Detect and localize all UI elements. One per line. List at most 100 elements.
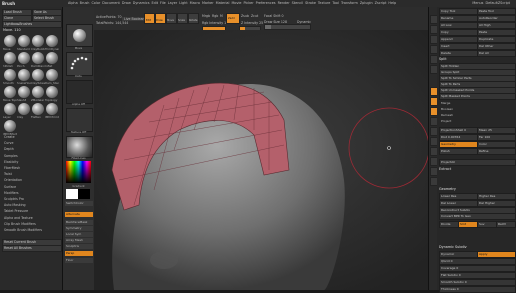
- material-thumbnail[interactable]: [66, 136, 93, 158]
- floor-button[interactable]: Floor: [65, 258, 93, 263]
- brush-icon-20[interactable]: [4, 120, 16, 132]
- projection-item-1[interactable]: Mean 25: [477, 127, 516, 134]
- submenu-12[interactable]: Tablet Pressure: [4, 209, 28, 213]
- brush-icon-19[interactable]: [46, 103, 58, 115]
- canvas-viewport[interactable]: [94, 30, 428, 290]
- geometry-item-3[interactable]: Del Higher: [477, 200, 516, 207]
- project-all-button[interactable]: ProjectAll: [439, 159, 516, 166]
- alpha-thumbnail[interactable]: [66, 80, 93, 104]
- menu-tool[interactable]: Tool: [332, 1, 339, 5]
- brush-icon-13[interactable]: [18, 86, 30, 98]
- brush-icon-6[interactable]: [32, 52, 44, 64]
- split-item-5[interactable]: Split Masked Points: [439, 93, 516, 100]
- subtool-btn-6[interactable]: Append: [439, 36, 478, 43]
- submenu-10[interactable]: Sculptris Pro: [4, 197, 24, 201]
- geometry-item-1[interactable]: Higher Res: [477, 193, 516, 200]
- brush-icon-7[interactable]: [46, 52, 58, 64]
- secondary-color-swatch[interactable]: [78, 189, 90, 199]
- menu-help[interactable]: Help: [388, 1, 396, 5]
- menu-alpha[interactable]: Alpha: [68, 1, 78, 5]
- menu-marker[interactable]: Marker: [202, 1, 214, 5]
- subtool-btn-8[interactable]: Insert: [439, 43, 478, 50]
- merge-item-3[interactable]: Project: [441, 119, 451, 123]
- geometry-item-8[interactable]: Suv: [477, 221, 497, 228]
- brush-icon-9[interactable]: [18, 69, 30, 81]
- menu-edit[interactable]: Edit: [151, 1, 158, 5]
- submenu-14[interactable]: Clip Brush Modifiers: [4, 222, 36, 226]
- submenu-3[interactable]: Samples: [4, 154, 18, 158]
- local-sym-button[interactable]: Local Sym: [65, 232, 93, 237]
- dynamic-subdiv-item-0[interactable]: Dynamic: [439, 251, 478, 258]
- geometry-item-5[interactable]: Convert BPR To Geo: [439, 213, 516, 220]
- move-mode-button[interactable]: Move: [166, 13, 177, 24]
- main-color-swatch[interactable]: [66, 189, 78, 199]
- merge-item-2[interactable]: Remesh: [441, 113, 453, 117]
- m-button[interactable]: M: [220, 14, 223, 18]
- dynamic-subdiv-item-2[interactable]: QGrid 0: [439, 258, 516, 265]
- dynamic-subdiv-item-3[interactable]: Coverage 0: [439, 265, 516, 272]
- dynamic-subdiv-item-5[interactable]: Smooth Subdiv 0: [439, 279, 516, 286]
- zadd-button[interactable]: Zadd: [226, 13, 240, 24]
- lightbox-brushes-button[interactable]: Lightbox▸Brushes: [2, 21, 62, 28]
- submenu-13[interactable]: Alpha and Texture: [4, 216, 33, 220]
- switch-color-button[interactable]: SwitchColor: [65, 201, 93, 206]
- subtool-btn-7[interactable]: Duplicate: [477, 36, 516, 43]
- geometry-item-9[interactable]: ReUV: [496, 221, 516, 228]
- merge-item-0[interactable]: Merge: [441, 101, 450, 105]
- menu-layer[interactable]: Layer: [168, 1, 177, 5]
- live-boolean-button[interactable]: Live Boolean: [122, 17, 147, 21]
- dynamic-subdiv-item-1[interactable]: Apply: [477, 251, 516, 258]
- extract-header[interactable]: Extract: [439, 167, 451, 171]
- subtool-btn-5[interactable]: Paste: [477, 29, 516, 36]
- brush-icon-8[interactable]: [4, 69, 16, 81]
- merge-item-1[interactable]: Boolean: [441, 107, 453, 111]
- geometry-item-0[interactable]: Lower Res: [439, 193, 478, 200]
- menu-material[interactable]: Material: [216, 1, 230, 5]
- split-header[interactable]: Split: [439, 57, 447, 61]
- subtool-btn-9[interactable]: Del Other: [477, 43, 516, 50]
- geometry-item-7[interactable]: Smt: [458, 221, 478, 228]
- subtool-btn-10[interactable]: Delete: [439, 50, 478, 57]
- mrgb-button[interactable]: Mrgb: [202, 14, 210, 18]
- color-picker[interactable]: [66, 161, 91, 183]
- menu-zplugin[interactable]: Zplugin: [360, 1, 373, 5]
- projection-item-6[interactable]: Polish: [439, 148, 478, 155]
- subtool-btn-2[interactable]: All Low: [439, 22, 478, 29]
- submenu-7[interactable]: Orientation: [4, 178, 22, 182]
- menu-stencil[interactable]: Stencil: [292, 1, 303, 5]
- brush-icon-4[interactable]: [4, 52, 16, 64]
- submenu-1[interactable]: Curve: [4, 141, 13, 145]
- stroke-thumbnail[interactable]: [66, 52, 93, 76]
- projection-item-3[interactable]: Far 100: [477, 134, 516, 141]
- brush-icon-15[interactable]: [46, 86, 58, 98]
- submenu-0[interactable]: Create: [4, 135, 15, 139]
- submenu-15[interactable]: Smooth Brush Modifiers: [4, 228, 42, 232]
- menu-brush[interactable]: Brush: [80, 1, 90, 5]
- menu-stroke[interactable]: Stroke: [305, 1, 316, 5]
- dynamic-subdiv-item-4[interactable]: Flat Subdiv 0: [439, 272, 516, 279]
- draw-button[interactable]: Draw: [155, 13, 166, 24]
- projection-item-0[interactable]: ProjectionShell 0: [439, 127, 478, 134]
- submenu-6[interactable]: Twist: [4, 172, 12, 176]
- menu-zscript[interactable]: Zscript: [375, 1, 387, 5]
- brush-icon-5[interactable]: [18, 52, 30, 64]
- geometry-item-6[interactable]: Divide: [439, 221, 459, 228]
- scale-button[interactable]: Scale: [177, 13, 188, 24]
- subtool-btn-3[interactable]: All High: [477, 22, 516, 29]
- brush-icon-3[interactable]: [46, 35, 58, 47]
- brush-icon-12[interactable]: [4, 86, 16, 98]
- reset-all-brushes-button[interactable]: Reset All Brushes: [2, 245, 62, 252]
- menu-draw[interactable]: Draw: [122, 1, 131, 5]
- sculptris-button[interactable]: Sculptris: [65, 244, 93, 249]
- brush-icon-16[interactable]: [4, 103, 16, 115]
- paste-tool-button[interactable]: Paste Tool: [477, 8, 516, 15]
- menu-macro[interactable]: Macro: [190, 1, 200, 5]
- submenu-11[interactable]: Auto Masking: [4, 203, 26, 207]
- right-menu-0[interactable]: Menus: [472, 1, 483, 5]
- brush-icon-0[interactable]: [4, 35, 16, 47]
- subtool-btn-4[interactable]: Copy: [439, 29, 478, 36]
- copy-tool-button[interactable]: Copy Tool: [439, 8, 478, 15]
- brush-icon-18[interactable]: [32, 103, 44, 115]
- zsub-button[interactable]: Zsub: [241, 14, 249, 18]
- menu-movie[interactable]: Movie: [231, 1, 241, 5]
